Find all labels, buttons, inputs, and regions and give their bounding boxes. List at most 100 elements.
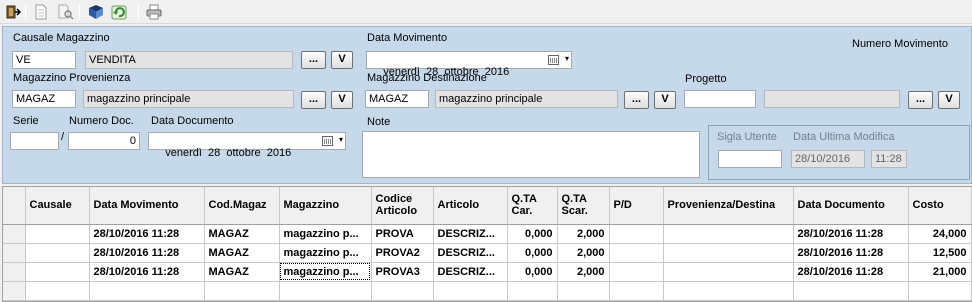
column-header[interactable]: Codice Articolo: [371, 187, 434, 225]
cell-pd[interactable]: [609, 243, 664, 263]
note-label: Note: [367, 116, 391, 128]
cell-qta-car[interactable]: 0,000: [507, 262, 558, 282]
mag-prov-browse-button[interactable]: ...: [301, 91, 326, 109]
causale-browse-button[interactable]: ...: [301, 51, 326, 69]
cell-magazzino[interactable]: magazzino p...: [279, 262, 372, 282]
row-header[interactable]: [3, 262, 26, 282]
column-header[interactable]: Costo: [908, 187, 972, 225]
cell-costo[interactable]: 21,000: [908, 262, 972, 282]
cell-qta-scar[interactable]: 2,000: [557, 243, 610, 263]
cell-empty[interactable]: [433, 281, 508, 301]
cell-qta-scar[interactable]: 2,000: [557, 224, 610, 244]
chevron-down-icon[interactable]: ▾: [565, 54, 569, 63]
column-header[interactable]: Cod.Magaz: [204, 187, 280, 225]
cell-empty[interactable]: [793, 281, 909, 301]
cell-articolo[interactable]: DESCRIZ...: [433, 243, 508, 263]
serie-input[interactable]: [10, 132, 59, 150]
table-row-new[interactable]: [3, 281, 972, 301]
cell-empty[interactable]: [507, 281, 558, 301]
cell-pd[interactable]: [609, 224, 664, 244]
cell-empty[interactable]: [557, 281, 610, 301]
cell-causale[interactable]: [25, 243, 90, 263]
cell-empty[interactable]: [25, 281, 90, 301]
cell-costo[interactable]: 24,000: [908, 224, 972, 244]
column-header[interactable]: Data Documento: [793, 187, 909, 225]
print-icon[interactable]: [145, 3, 163, 21]
cell-cod-magaz[interactable]: MAGAZ: [204, 262, 280, 282]
cell-empty[interactable]: [908, 281, 972, 301]
cell-costo[interactable]: 12,500: [908, 243, 972, 263]
cell-provenienza[interactable]: [663, 224, 794, 244]
book-icon[interactable]: [87, 3, 105, 21]
mag-dest-description: magazzino principale: [435, 90, 618, 108]
cell-articolo[interactable]: DESCRIZ...: [433, 224, 508, 244]
cell-empty[interactable]: [279, 281, 372, 301]
mag-dest-browse-button[interactable]: ...: [624, 91, 649, 109]
progetto-label: Progetto: [685, 73, 727, 85]
calendar-icon[interactable]: [322, 136, 333, 146]
cell-cod-magaz[interactable]: MAGAZ: [204, 243, 280, 263]
exit-icon[interactable]: [4, 3, 22, 21]
cell-data-movimento[interactable]: 28/10/2016 11:28: [89, 262, 205, 282]
cell-causale[interactable]: [25, 262, 90, 282]
causale-view-button[interactable]: V: [331, 51, 353, 69]
cell-data-documento[interactable]: 28/10/2016 11:28: [793, 243, 909, 263]
column-header[interactable]: Causale: [25, 187, 90, 225]
cell-pd[interactable]: [609, 262, 664, 282]
column-header[interactable]: Q.TA Car.: [507, 187, 558, 225]
row-header[interactable]: [3, 224, 26, 244]
sigla-utente-input[interactable]: [718, 150, 782, 168]
causale-code-input[interactable]: VE: [12, 51, 76, 69]
cell-provenienza[interactable]: [663, 262, 794, 282]
cell-provenienza[interactable]: [663, 243, 794, 263]
row-header[interactable]: [3, 281, 26, 301]
numero-doc-input[interactable]: 0: [68, 132, 140, 150]
table-row[interactable]: 28/10/2016 11:28 MAGAZ magazzino p... PR…: [3, 224, 972, 244]
progetto-view-button[interactable]: V: [938, 91, 960, 109]
column-header[interactable]: Articolo: [433, 187, 508, 225]
cell-codice-articolo[interactable]: PROVA: [371, 224, 434, 244]
cell-data-movimento[interactable]: 28/10/2016 11:28: [89, 243, 205, 263]
data-doc-picker[interactable]: venerdì 28 ottobre 2016 ▾: [148, 132, 346, 159]
movements-grid[interactable]: Causale Data Movimento Cod.Magaz Magazzi…: [2, 186, 972, 302]
cell-data-documento[interactable]: 28/10/2016 11:28: [793, 262, 909, 282]
column-header[interactable]: Magazzino: [279, 187, 372, 225]
cell-codice-articolo[interactable]: PROVA3: [371, 262, 434, 282]
mag-prov-view-button[interactable]: V: [331, 91, 353, 109]
cell-qta-scar[interactable]: 2,000: [557, 262, 610, 282]
column-header[interactable]: P/D: [609, 187, 664, 225]
calendar-icon[interactable]: [548, 55, 559, 65]
cell-causale[interactable]: [25, 224, 90, 244]
cell-magazzino[interactable]: magazzino p...: [279, 243, 372, 263]
cell-empty[interactable]: [609, 281, 664, 301]
mag-prov-code-input[interactable]: MAGAZ: [12, 90, 76, 108]
mag-dest-code-input[interactable]: MAGAZ: [365, 90, 429, 108]
note-textarea[interactable]: [362, 131, 700, 178]
progetto-code-input[interactable]: [684, 90, 756, 108]
cell-codice-articolo[interactable]: PROVA2: [371, 243, 434, 263]
cell-articolo[interactable]: DESCRIZ...: [433, 262, 508, 282]
new-document-icon[interactable]: [32, 3, 50, 21]
cell-data-movimento[interactable]: 28/10/2016 11:28: [89, 224, 205, 244]
cell-magazzino[interactable]: magazzino p...: [279, 224, 372, 244]
data-movimento-picker[interactable]: venerdì 28 ottobre 2016 ▾: [366, 51, 572, 78]
cell-cod-magaz[interactable]: MAGAZ: [204, 224, 280, 244]
cell-empty[interactable]: [663, 281, 794, 301]
cell-empty[interactable]: [89, 281, 205, 301]
row-header[interactable]: [3, 243, 26, 263]
cell-data-documento[interactable]: 28/10/2016 11:28: [793, 224, 909, 244]
find-replace-icon[interactable]: [56, 3, 74, 21]
cell-qta-car[interactable]: 0,000: [507, 243, 558, 263]
column-header[interactable]: Data Movimento: [89, 187, 205, 225]
progetto-browse-button[interactable]: ...: [908, 91, 933, 109]
cell-empty[interactable]: [371, 281, 434, 301]
cell-qta-car[interactable]: 0,000: [507, 224, 558, 244]
cell-empty[interactable]: [204, 281, 280, 301]
chevron-down-icon[interactable]: ▾: [339, 135, 343, 144]
column-header[interactable]: Q.TA Scar.: [557, 187, 610, 225]
table-row[interactable]: 28/10/2016 11:28 MAGAZ magazzino p... PR…: [3, 243, 972, 263]
column-header[interactable]: Provenienza/Destina: [663, 187, 794, 225]
table-row[interactable]: 28/10/2016 11:28 MAGAZ magazzino p... PR…: [3, 262, 972, 282]
mag-dest-view-button[interactable]: V: [654, 91, 676, 109]
refresh-icon[interactable]: [110, 3, 128, 21]
